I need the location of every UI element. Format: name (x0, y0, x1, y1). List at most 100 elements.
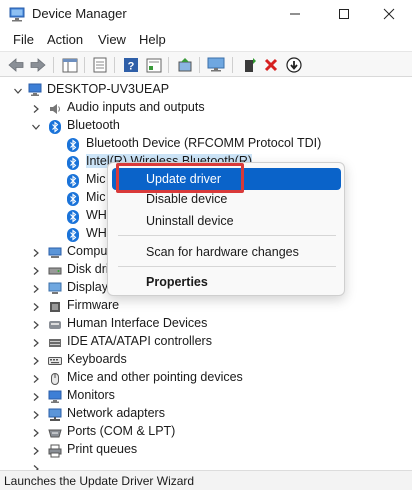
chevron-right-icon[interactable] (31, 428, 41, 438)
bluetooth-icon (67, 138, 79, 152)
svg-text:?: ? (128, 61, 135, 73)
speaker-icon (50, 104, 60, 114)
menu-uninstall-device-label: Uninstall device (146, 214, 234, 228)
tree-item-hid[interactable]: Human Interface Devices (67, 316, 207, 330)
tree-item-bt-wh-2[interactable]: WH (86, 226, 107, 240)
bluetooth-icon (49, 120, 61, 134)
display-icon (48, 282, 62, 294)
tree-item-bt-wh-1[interactable]: WH (86, 208, 107, 222)
view-icon[interactable] (145, 56, 163, 74)
chevron-right-icon[interactable] (31, 302, 41, 312)
minimize-button[interactable] (272, 0, 318, 28)
menu-action[interactable]: Action (47, 32, 83, 47)
bluetooth-icon (67, 174, 79, 188)
firmware-icon (50, 302, 60, 312)
tree-item-monitors[interactable]: Monitors (67, 388, 115, 402)
menu-scan-hardware-label: Scan for hardware changes (146, 245, 299, 259)
menu-bar: File Action View Help (0, 30, 412, 50)
bluetooth-icon (67, 228, 79, 242)
close-icon (383, 8, 395, 20)
menu-disable-device-label: Disable device (146, 192, 228, 206)
forward-icon[interactable] (29, 56, 47, 74)
bluetooth-icon (67, 210, 79, 224)
toolbar-separator (53, 57, 54, 73)
chevron-right-icon[interactable] (31, 392, 41, 402)
tree-item-ports[interactable]: Ports (COM & LPT) (67, 424, 175, 438)
toolbar: ? (0, 51, 412, 77)
chevron-right-icon[interactable] (31, 248, 41, 258)
chevron-right-icon[interactable] (31, 446, 41, 456)
tree-item-bt-mic-1[interactable]: Mic (86, 172, 105, 186)
mouse-icon (51, 373, 59, 385)
tree-root-label[interactable]: DESKTOP-UV3UEAP (47, 82, 169, 96)
tree-item-audio[interactable]: Audio inputs and outputs (67, 100, 205, 114)
computer-icon (28, 83, 42, 96)
menu-help[interactable]: Help (139, 32, 166, 47)
window-title: Device Manager (32, 6, 127, 21)
chevron-right-icon[interactable] (31, 338, 41, 348)
menu-file[interactable]: File (13, 32, 34, 47)
tree-item-disk[interactable]: Disk dri (67, 262, 109, 276)
chevron-right-icon[interactable] (31, 320, 41, 330)
tree-item-keyboards[interactable]: Keyboards (67, 352, 127, 366)
chevron-down-icon[interactable] (31, 122, 41, 132)
printer-icon (48, 444, 62, 458)
chevron-down-icon[interactable] (13, 86, 23, 96)
hid-icon (49, 321, 61, 329)
update-driver-icon[interactable] (176, 56, 194, 74)
tree-item-bt-mic-2[interactable]: Mic (86, 190, 105, 204)
tree-item-computer[interactable]: Compu (67, 244, 107, 258)
chevron-right-icon[interactable] (31, 284, 41, 294)
keyboard-icon (48, 357, 62, 365)
menu-properties-label: Properties (146, 275, 208, 289)
chevron-right-icon[interactable] (31, 266, 41, 276)
show-hide-tree-icon[interactable] (61, 56, 79, 74)
monitor-icon[interactable] (207, 56, 225, 74)
bluetooth-icon (67, 156, 79, 170)
tree-item-ide[interactable]: IDE ATA/ATAPI controllers (67, 334, 212, 348)
back-icon[interactable] (7, 56, 25, 74)
highlight-callout (116, 163, 244, 193)
minimize-icon (290, 13, 300, 15)
bluetooth-icon (67, 192, 79, 206)
maximize-icon (339, 9, 349, 19)
tree-item-network[interactable]: Network adapters (67, 406, 165, 420)
properties-icon[interactable] (91, 56, 109, 74)
menu-properties[interactable]: Properties (112, 271, 341, 293)
disk-icon (48, 267, 62, 275)
toolbar-separator (232, 57, 233, 73)
status-text: Launches the Update Driver Wizard (4, 474, 195, 488)
tree-item-display[interactable]: Display (67, 280, 108, 294)
close-button[interactable] (366, 0, 412, 28)
help-icon[interactable]: ? (122, 56, 140, 74)
tree-item-firmware[interactable]: Firmware (67, 298, 119, 312)
uninstall-icon[interactable] (262, 56, 280, 74)
monitor-icon (48, 390, 62, 403)
menu-separator (118, 235, 336, 236)
menu-scan-hardware[interactable]: Scan for hardware changes (112, 241, 341, 263)
chevron-right-icon[interactable] (31, 104, 41, 114)
status-bar: Launches the Update Driver Wizard (0, 470, 412, 490)
chevron-right-icon[interactable] (31, 374, 41, 384)
chevron-right-icon[interactable] (31, 356, 41, 366)
toolbar-separator (84, 57, 85, 73)
device-manager-icon (9, 7, 25, 22)
network-icon (48, 408, 62, 421)
menu-uninstall-device[interactable]: Uninstall device (112, 210, 341, 232)
toolbar-separator (168, 57, 169, 73)
maximize-button[interactable] (321, 0, 367, 28)
disable-icon[interactable] (285, 56, 303, 74)
ide-icon (49, 339, 61, 347)
menu-view[interactable]: View (98, 32, 126, 47)
computer-icon (48, 247, 62, 258)
port-icon (48, 429, 62, 438)
tree-item-print[interactable]: Print queues (67, 442, 137, 456)
title-bar: Device Manager (0, 0, 412, 30)
tree-item-bt-rfcomm[interactable]: Bluetooth Device (RFCOMM Protocol TDI) (86, 136, 321, 150)
tree-item-bluetooth[interactable]: Bluetooth (67, 118, 120, 132)
toolbar-separator (114, 57, 115, 73)
add-driver-icon[interactable] (241, 56, 259, 74)
menu-separator (118, 266, 336, 267)
chevron-right-icon[interactable] (31, 410, 41, 420)
tree-item-mice[interactable]: Mice and other pointing devices (67, 370, 243, 384)
